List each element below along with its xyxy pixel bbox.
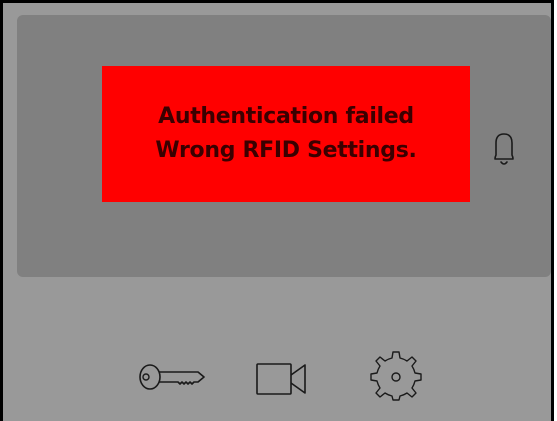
status-display: Authentication failed Wrong RFID Setting…: [17, 15, 551, 277]
alert-line-1: Authentication failed: [158, 104, 414, 129]
error-alert: Authentication failed Wrong RFID Setting…: [102, 66, 470, 202]
gear-icon[interactable]: [368, 351, 424, 403]
key-icon[interactable]: [136, 357, 206, 397]
bell-icon[interactable]: [491, 131, 517, 171]
video-camera-icon[interactable]: [253, 358, 309, 398]
alert-line-2: Wrong RFID Settings.: [155, 138, 417, 163]
intercom-panel: Authentication failed Wrong RFID Setting…: [0, 0, 554, 421]
